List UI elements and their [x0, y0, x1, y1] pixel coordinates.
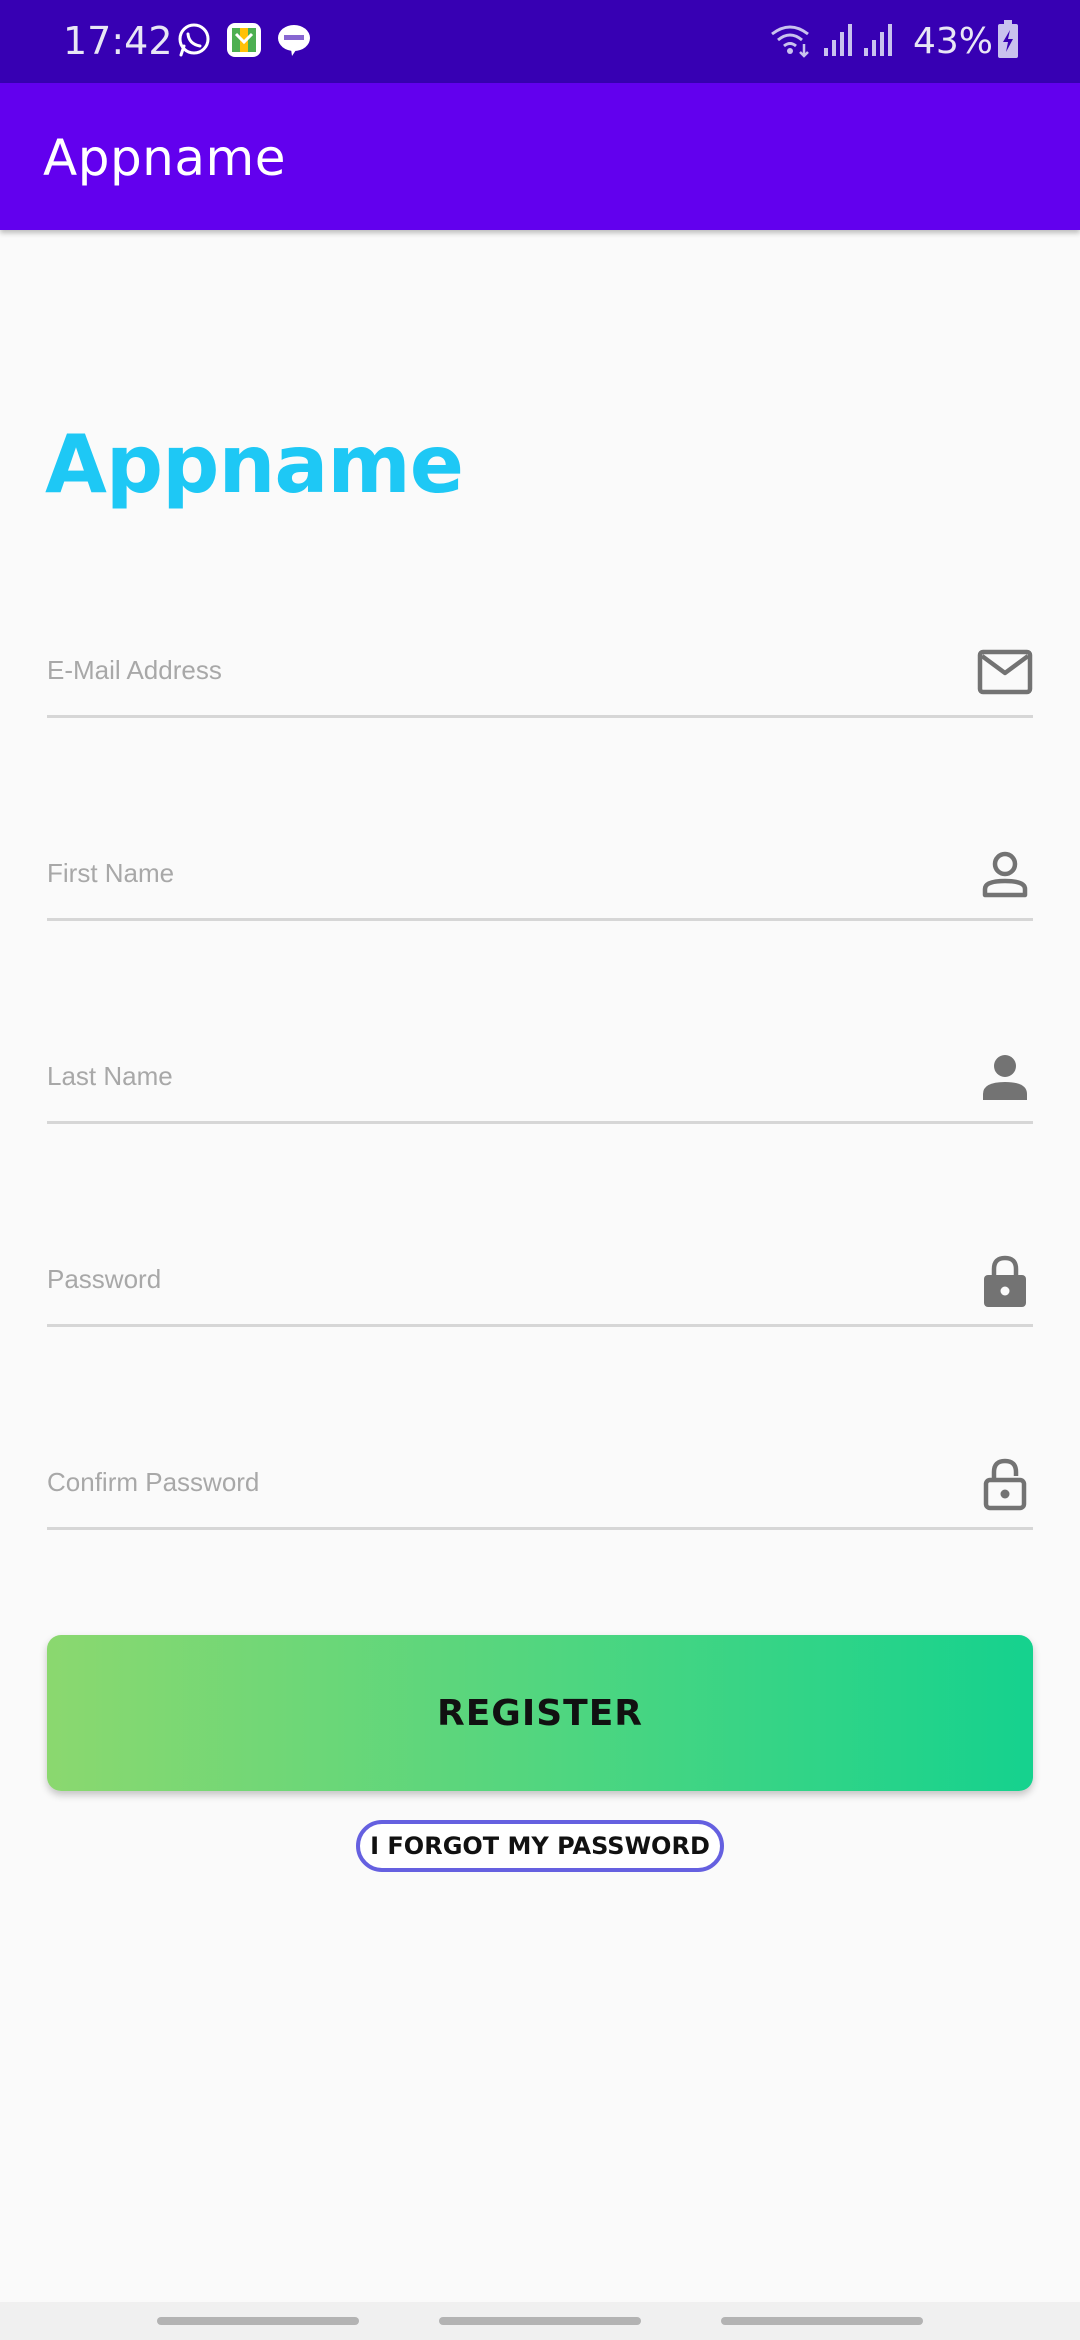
line-icon [278, 25, 310, 56]
register-button[interactable]: REGISTER [47, 1635, 1033, 1791]
mail-icon [977, 649, 1033, 695]
brand-heading: Appname [45, 418, 464, 511]
password-field[interactable] [47, 1234, 1033, 1327]
lock-icon [984, 1255, 1026, 1307]
lock-open-icon [983, 1458, 1027, 1511]
navigation-bar [0, 2302, 1080, 2340]
first-name-field[interactable] [47, 828, 1033, 921]
battery-charging-icon [998, 20, 1018, 58]
app-bar: Appname [0, 83, 1080, 230]
signal-strength-icon [824, 24, 852, 56]
status-time: 17:42 [63, 19, 173, 63]
nav-home-button[interactable] [439, 2317, 641, 2325]
wifi-icon [771, 25, 809, 58]
last-name-input[interactable] [47, 1031, 947, 1121]
password-input[interactable] [47, 1234, 947, 1324]
last-name-field[interactable] [47, 1031, 1033, 1124]
whatsapp-icon [178, 23, 210, 57]
signal-strength-icon [864, 24, 892, 56]
gallery-app-icon [227, 23, 261, 57]
person-filled-icon [983, 1055, 1027, 1100]
status-bar: 17:42 43% [0, 0, 1080, 83]
nav-back-button[interactable] [721, 2317, 923, 2325]
confirm-password-input[interactable] [47, 1437, 947, 1527]
battery-percentage: 43% [913, 21, 994, 62]
first-name-input[interactable] [47, 828, 947, 918]
email-input[interactable] [47, 625, 947, 715]
nav-recents-button[interactable] [157, 2317, 359, 2325]
confirm-password-field[interactable] [47, 1437, 1033, 1530]
forgot-password-button[interactable]: I FORGOT MY PASSWORD [356, 1820, 724, 1872]
app-bar-title: Appname [43, 129, 286, 187]
email-field[interactable] [47, 625, 1033, 718]
person-outline-icon [982, 851, 1028, 898]
